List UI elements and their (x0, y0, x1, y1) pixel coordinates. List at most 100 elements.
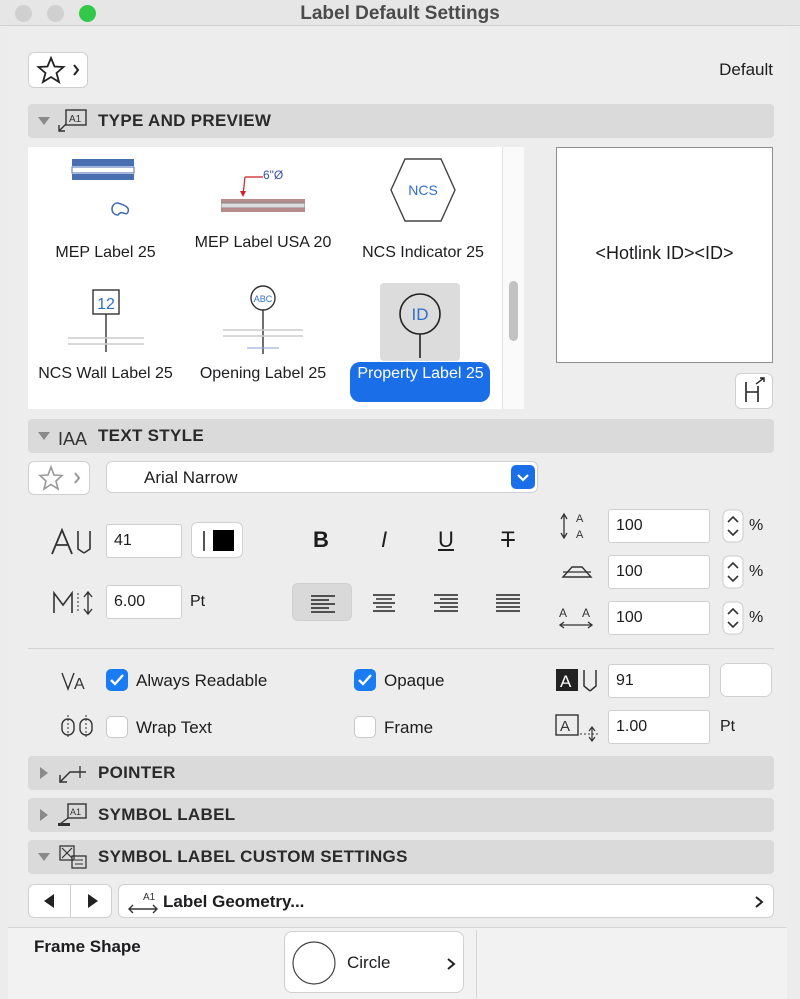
char-spacing-stepper[interactable] (722, 601, 744, 635)
text-size-input[interactable]: 41 (106, 524, 182, 558)
tile-label: MEP Label USA 20 (194, 234, 332, 251)
char-spacing-input[interactable]: 100 (608, 601, 710, 635)
align-justify-button[interactable] (478, 583, 538, 621)
text-width-icon: AA (560, 512, 584, 541)
svg-text:IAA: IAA (58, 429, 87, 449)
text-slant-stepper[interactable] (722, 555, 744, 589)
italic-glyph: I (380, 527, 388, 552)
label-preview-box: <Hotlink ID><ID> (556, 147, 773, 363)
dialog-window: Label Default Settings Default A1 TYPE A… (0, 0, 800, 999)
triangle-right-icon (88, 894, 98, 908)
label-tile-mep-label[interactable]: MEP Label 25 (28, 147, 183, 278)
tile-label: MEP Label 25 (55, 244, 156, 261)
next-page-button[interactable] (71, 885, 113, 917)
always-readable-checkbox[interactable] (106, 669, 128, 691)
align-justify-icon (496, 594, 520, 612)
svg-text:A: A (582, 606, 590, 620)
bold-glyph: B (313, 527, 329, 552)
section-symbol-label[interactable]: A1 SYMBOL LABEL (28, 798, 774, 832)
text-width-stepper[interactable] (722, 509, 744, 543)
frame-width-input[interactable]: 1.00 (608, 710, 710, 744)
section-title: SYMBOL LABEL (98, 805, 236, 824)
opaque-label: Opaque (384, 671, 445, 690)
frame-shape-label: Frame Shape (34, 937, 141, 956)
circle-shape-icon (292, 941, 336, 985)
bold-button[interactable]: B (291, 521, 351, 559)
section-title: POINTER (98, 763, 176, 782)
svg-text:A1: A1 (143, 892, 156, 903)
underline-glyph: U (438, 527, 454, 552)
svg-text:A1: A1 (69, 114, 82, 125)
text-width-input[interactable]: 100 (608, 509, 710, 543)
opaque-checkbox[interactable] (354, 669, 376, 691)
title-bar: Label Default Settings (0, 0, 800, 26)
fill-pen-input[interactable]: 91 (608, 664, 710, 698)
italic-button[interactable]: I (354, 521, 414, 559)
svg-text:A: A (576, 513, 584, 525)
ncs-indicator-thumbnail-icon: NCS (390, 158, 456, 222)
wrap-text-checkbox[interactable] (106, 716, 128, 738)
mep-label-thumbnail-icon (71, 159, 135, 216)
checkmark-icon (358, 674, 372, 686)
strikethrough-button[interactable]: T (478, 521, 538, 559)
favorites-button[interactable] (28, 52, 88, 88)
label-tile-ncs-indicator[interactable]: NCS NCS Indicator 25 (343, 147, 503, 278)
frame-shape-value: Circle (347, 953, 391, 972)
disclosure-open-icon (38, 432, 50, 440)
preview-view-toggle-button[interactable] (735, 373, 773, 409)
dialog-content: Default A1 TYPE AND PREVIEW MEP Label 25 (8, 27, 787, 999)
page-nav-buttons (28, 884, 112, 918)
page-select[interactable]: A1 Label Geometry... (118, 884, 774, 918)
text-color-button[interactable] (191, 522, 243, 558)
align-center-button[interactable] (354, 583, 414, 621)
mep-usa-thumbnail-icon: 6"Ø (221, 168, 305, 212)
tile-label: NCS Wall Label 25 (38, 365, 173, 382)
prev-page-button[interactable] (29, 885, 71, 917)
fill-color-button[interactable] (720, 663, 772, 697)
label-tile-property-label[interactable]: ID Property Label 25 (343, 278, 503, 409)
disclosure-closed-icon (40, 767, 48, 779)
align-right-button[interactable] (416, 583, 476, 621)
font-select[interactable]: Arial Narrow (106, 461, 538, 493)
align-left-icon (311, 595, 335, 613)
section-symbol-label-custom-settings[interactable]: SYMBOL LABEL CUSTOM SETTINGS (28, 840, 774, 874)
label-tile-ncs-wall-label[interactable]: 12 NCS Wall Label 25 (28, 278, 183, 409)
default-label: Default (719, 60, 773, 79)
list-scrollbar[interactable] (502, 147, 524, 409)
opening-label-thumbnail-icon: ABC (223, 285, 303, 354)
text-style-icon: IAA (58, 429, 87, 449)
window-title: Label Default Settings (300, 3, 500, 24)
label-tile-opening-label[interactable]: ABC Opening Label 25 (183, 278, 343, 409)
thumb-id-text: ID (412, 305, 429, 324)
scrollbar-thumb[interactable] (509, 281, 518, 341)
pointer-icon (59, 766, 86, 783)
chevron-right-icon (755, 896, 764, 908)
pct-unit: % (749, 517, 764, 534)
property-label-thumbnail-icon: ID (399, 293, 441, 358)
label-type-list[interactable]: MEP Label 25 6"Ø MEP Label USA 20 NCS NC… (28, 147, 524, 409)
svg-text:A: A (560, 672, 572, 691)
underline-button[interactable]: U (416, 521, 476, 559)
label-tile-mep-label-usa[interactable]: 6"Ø MEP Label USA 20 (183, 147, 343, 278)
symbol-label-icon: A1 (58, 803, 87, 826)
section-pointer[interactable]: POINTER (28, 756, 774, 790)
thumb-wall-number: 12 (97, 296, 115, 313)
frame-shape-select[interactable]: Circle (284, 931, 464, 993)
font-favorites-button[interactable] (28, 461, 90, 495)
pct-unit: % (749, 563, 764, 580)
label-type-icon: A1 (58, 109, 87, 132)
chevron-right-icon (447, 958, 456, 970)
text-slant-input[interactable]: 100 (608, 555, 710, 589)
color-divider (203, 531, 205, 551)
line-spacing-input[interactable]: 6.00 (106, 585, 182, 619)
frame-width-icon: A (555, 714, 600, 742)
text-slant-icon (561, 566, 593, 578)
section-title: TEXT STYLE (98, 426, 204, 445)
section-type-and-preview[interactable]: A1 TYPE AND PREVIEW (28, 104, 774, 138)
frame-checkbox[interactable] (354, 716, 376, 738)
section-text-style[interactable]: IAA TEXT STYLE (28, 419, 774, 453)
align-left-button[interactable] (292, 583, 352, 621)
ncs-wall-thumbnail-icon: 12 (68, 289, 144, 352)
section-title: SYMBOL LABEL CUSTOM SETTINGS (98, 847, 408, 866)
divider (28, 648, 774, 649)
